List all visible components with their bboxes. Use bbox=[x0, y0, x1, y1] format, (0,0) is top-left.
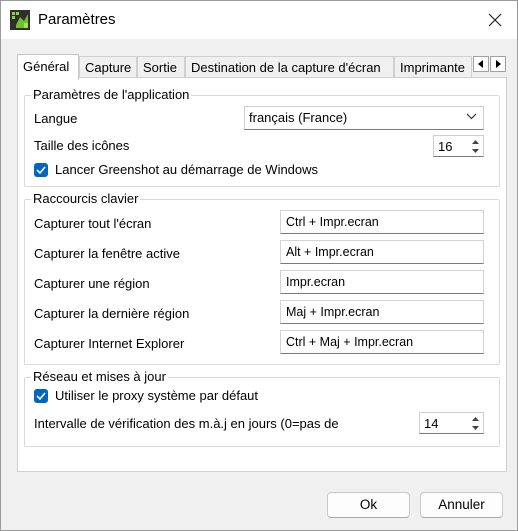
app-settings-legend: Paramètres de l'application bbox=[31, 87, 192, 102]
tab-scroll-left-button[interactable] bbox=[473, 56, 489, 72]
network-group: Réseau et mises à jour Utiliser le proxy… bbox=[24, 369, 500, 447]
general-tab-panel: Paramètres de l'application Langue franç… bbox=[17, 77, 507, 472]
tab-sortie[interactable]: Sortie bbox=[137, 56, 185, 78]
icon-size-label: Taille des icônes bbox=[34, 138, 130, 153]
update-interval-label: Intervalle de vérification des m.à.j en … bbox=[34, 416, 339, 431]
triangle-up-icon bbox=[471, 416, 479, 421]
hotkey-input-active-window[interactable]: Alt + Impr.ecran bbox=[280, 240, 484, 264]
hotkey-input-internet-explorer[interactable]: Ctrl + Maj + Impr.ecran bbox=[280, 330, 484, 354]
hotkey-label: Capturer la dernière région bbox=[34, 306, 190, 321]
hotkey-label: Capturer une région bbox=[34, 276, 150, 291]
proxy-checkbox[interactable] bbox=[34, 389, 48, 403]
update-interval-stepper[interactable]: 14 bbox=[419, 412, 484, 434]
startup-label[interactable]: Lancer Greenshot au démarrage de Windows bbox=[55, 162, 318, 177]
hotkey-input-fullscreen[interactable]: Ctrl + Impr.ecran bbox=[280, 210, 484, 234]
icon-size-increment[interactable] bbox=[468, 137, 482, 146]
arrow-right-icon bbox=[496, 60, 501, 68]
icon-size-decrement[interactable] bbox=[468, 146, 482, 155]
arrow-left-icon bbox=[478, 60, 483, 68]
close-button[interactable] bbox=[481, 7, 509, 33]
triangle-up-icon bbox=[471, 139, 479, 144]
triangle-down-icon bbox=[471, 148, 479, 153]
tab-capture[interactable]: Capture bbox=[79, 56, 137, 78]
hotkeys-legend: Raccourcis clavier bbox=[31, 191, 141, 206]
interval-increment[interactable] bbox=[468, 414, 482, 423]
interval-decrement[interactable] bbox=[468, 423, 482, 432]
tab-imprimante[interactable]: Imprimante bbox=[394, 56, 472, 78]
title-bar: Paramètres bbox=[1, 1, 517, 39]
app-settings-group: Paramètres de l'application Langue franç… bbox=[24, 87, 500, 187]
tab-scroll-right-button[interactable] bbox=[490, 56, 506, 72]
ok-button[interactable]: Ok bbox=[327, 492, 410, 518]
cancel-button[interactable]: Annuler bbox=[420, 492, 503, 518]
language-select[interactable]: français (France) bbox=[244, 106, 484, 130]
language-label: Langue bbox=[34, 111, 78, 126]
startup-checkbox[interactable] bbox=[34, 163, 48, 177]
tab-destination[interactable]: Destination de la capture d'écran bbox=[185, 56, 394, 78]
greenshot-app-icon bbox=[10, 10, 30, 30]
chevron-down-icon bbox=[466, 113, 477, 120]
checkmark-icon bbox=[36, 166, 46, 174]
proxy-label[interactable]: Utiliser le proxy système par défaut bbox=[55, 388, 258, 403]
hotkey-input-last-region[interactable]: Maj + Impr.ecran bbox=[280, 300, 484, 324]
hotkey-label: Capturer Internet Explorer bbox=[34, 336, 185, 351]
hotkey-label: Capturer tout l'écran bbox=[34, 216, 152, 231]
network-legend: Réseau et mises à jour bbox=[31, 369, 168, 384]
triangle-down-icon bbox=[471, 425, 479, 430]
settings-window: Paramètres Général Capture Sortie Destin… bbox=[0, 0, 518, 531]
icon-size-stepper[interactable]: 16 bbox=[433, 135, 484, 157]
close-icon bbox=[488, 13, 502, 27]
window-title: Paramètres bbox=[38, 11, 116, 28]
checkmark-icon bbox=[36, 392, 46, 400]
tab-strip: Général Capture Sortie Destination de la… bbox=[17, 54, 492, 80]
tab-general[interactable]: Général bbox=[17, 54, 79, 80]
hotkey-input-region[interactable]: Impr.ecran bbox=[280, 270, 484, 294]
hotkey-label: Capturer la fenêtre active bbox=[34, 246, 180, 261]
hotkeys-group: Raccourcis clavier Capturer tout l'écran… bbox=[24, 191, 500, 365]
